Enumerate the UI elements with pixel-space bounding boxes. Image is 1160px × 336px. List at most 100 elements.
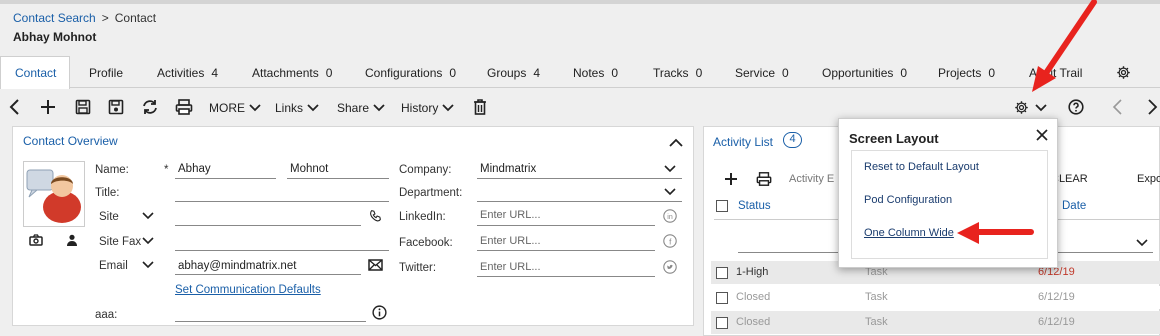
tab-contact[interactable]: Contact <box>15 66 56 80</box>
tab-configurations[interactable]: Configurations 0 <box>365 66 456 80</box>
tab-projects[interactable]: Projects 0 <box>938 66 995 80</box>
refresh-icon[interactable] <box>141 98 159 116</box>
tab-label: Notes <box>573 66 605 80</box>
collapse-chevron-icon[interactable] <box>669 138 683 147</box>
activity-column-fragment: Activity E <box>789 173 835 185</box>
links-menu[interactable]: Links <box>275 101 319 115</box>
history-menu[interactable]: History <box>401 101 454 115</box>
site-phone-field[interactable] <box>175 225 361 226</box>
email-field[interactable]: abhay@mindmatrix.net <box>178 260 296 272</box>
aaa-field[interactable] <box>175 321 366 322</box>
department-field[interactable] <box>477 201 682 202</box>
tab-notes[interactable]: Notes 0 <box>573 66 618 80</box>
chevron-down-icon <box>307 104 319 112</box>
tab-label: Opportunities <box>822 66 894 80</box>
mail-icon[interactable] <box>368 259 383 271</box>
row-checkbox[interactable] <box>716 292 728 304</box>
select-all-checkbox[interactable] <box>716 200 728 212</box>
site-fax-field[interactable] <box>175 250 389 251</box>
row-status: 1-High <box>736 266 769 278</box>
table-row[interactable]: Closed Task 6/12/19 <box>711 286 1160 309</box>
table-row[interactable]: Closed Task 6/12/19 <box>711 311 1160 334</box>
twitter-url-input[interactable]: Enter URL... <box>480 261 541 273</box>
last-name-field[interactable]: Mohnot <box>290 163 328 175</box>
aaa-label: aaa: <box>95 309 118 321</box>
tab-attachments[interactable]: Attachments 0 <box>252 66 332 80</box>
share-menu[interactable]: Share <box>337 101 385 115</box>
menu-item-reset-default-layout[interactable]: Reset to Default Layout <box>864 161 979 173</box>
facebook-label: Facebook: <box>399 237 453 249</box>
company-field[interactable]: Mindmatrix <box>480 163 536 175</box>
person-icon[interactable] <box>66 234 78 246</box>
chevron-down-icon[interactable] <box>142 212 154 220</box>
phone-icon[interactable] <box>369 209 382 222</box>
delete-icon[interactable] <box>473 98 487 116</box>
chevron-down-icon[interactable] <box>142 237 154 245</box>
department-label: Department: <box>399 187 463 199</box>
add-icon[interactable] <box>40 98 56 116</box>
tab-label: Groups <box>487 66 527 80</box>
history-label: History <box>401 101 439 115</box>
previous-record-icon[interactable] <box>1112 98 1124 116</box>
linkedin-underline <box>477 225 655 226</box>
next-record-icon[interactable] <box>1146 98 1158 116</box>
save-icon[interactable] <box>75 98 91 116</box>
tab-groups[interactable]: Groups 4 <box>487 66 540 80</box>
help-icon[interactable] <box>1068 99 1084 115</box>
row-checkbox[interactable] <box>716 317 728 329</box>
tab-opportunities[interactable]: Opportunities 0 <box>822 66 907 80</box>
svg-text:in: in <box>667 214 673 221</box>
row-checkbox[interactable] <box>716 267 728 279</box>
tab-count: 0 <box>449 66 457 80</box>
share-label: Share <box>337 101 370 115</box>
tab-label: Profile <box>89 66 124 80</box>
links-label: Links <box>275 101 304 115</box>
linkedin-icon[interactable]: in <box>663 209 677 223</box>
tab-service[interactable]: Service 0 <box>735 66 789 80</box>
tab-count: 0 <box>988 66 996 80</box>
menu-item-one-column-wide[interactable]: One Column Wide <box>864 227 954 239</box>
menu-item-pod-configuration[interactable]: Pod Configuration <box>864 194 952 206</box>
print-activity-icon[interactable] <box>756 171 772 187</box>
facebook-url-input[interactable]: Enter URL... <box>480 235 541 247</box>
more-menu[interactable]: MORE <box>209 101 261 115</box>
save-and-close-icon[interactable] <box>108 98 124 116</box>
print-icon[interactable] <box>175 98 193 116</box>
tab-tracks[interactable]: Tracks 0 <box>653 66 702 80</box>
tab-settings-gear-icon[interactable] <box>1116 65 1131 80</box>
linkedin-url-input[interactable]: Enter URL... <box>480 209 541 221</box>
camera-icon[interactable] <box>29 234 43 246</box>
tab-activities[interactable]: Activities 4 <box>157 66 218 80</box>
back-icon[interactable] <box>9 98 21 116</box>
info-icon[interactable] <box>372 305 387 320</box>
chevron-down-icon[interactable] <box>1035 104 1047 112</box>
chevron-down-icon[interactable] <box>1136 239 1148 247</box>
popup-title: Screen Layout <box>849 131 939 146</box>
export-button[interactable]: Expo <box>1137 173 1160 185</box>
facebook-icon[interactable]: f <box>663 234 677 248</box>
chevron-down-icon[interactable] <box>664 165 676 173</box>
first-name-field[interactable]: Abhay <box>178 163 211 175</box>
breadcrumb-link-contact-search[interactable]: Contact Search <box>13 11 96 25</box>
site-fax-label: Site Fax <box>99 236 142 248</box>
tab-label: Projects <box>938 66 982 80</box>
row-status: Closed <box>736 291 771 303</box>
twitter-icon[interactable] <box>663 260 677 274</box>
tab-count: 0 <box>900 66 908 80</box>
last-name-underline <box>287 178 389 179</box>
row-type: Task <box>865 316 888 328</box>
add-activity-icon[interactable] <box>724 172 738 186</box>
chevron-down-icon[interactable] <box>664 188 676 196</box>
column-header-status[interactable]: Status <box>738 200 771 212</box>
layout-settings-gear-icon[interactable] <box>1014 100 1029 115</box>
tab-profile[interactable]: Profile <box>89 66 123 80</box>
tab-count: 0 <box>782 66 789 80</box>
breadcrumb-current: Contact <box>114 11 157 25</box>
close-icon[interactable] <box>1036 129 1048 141</box>
twitter-underline <box>477 276 655 277</box>
tab-count: 4 <box>533 66 541 80</box>
column-header-date[interactable]: Date <box>1062 200 1086 212</box>
set-communication-defaults-link[interactable]: Set Communication Defaults <box>175 284 321 296</box>
title-field[interactable] <box>175 201 389 202</box>
chevron-down-icon[interactable] <box>142 261 154 269</box>
